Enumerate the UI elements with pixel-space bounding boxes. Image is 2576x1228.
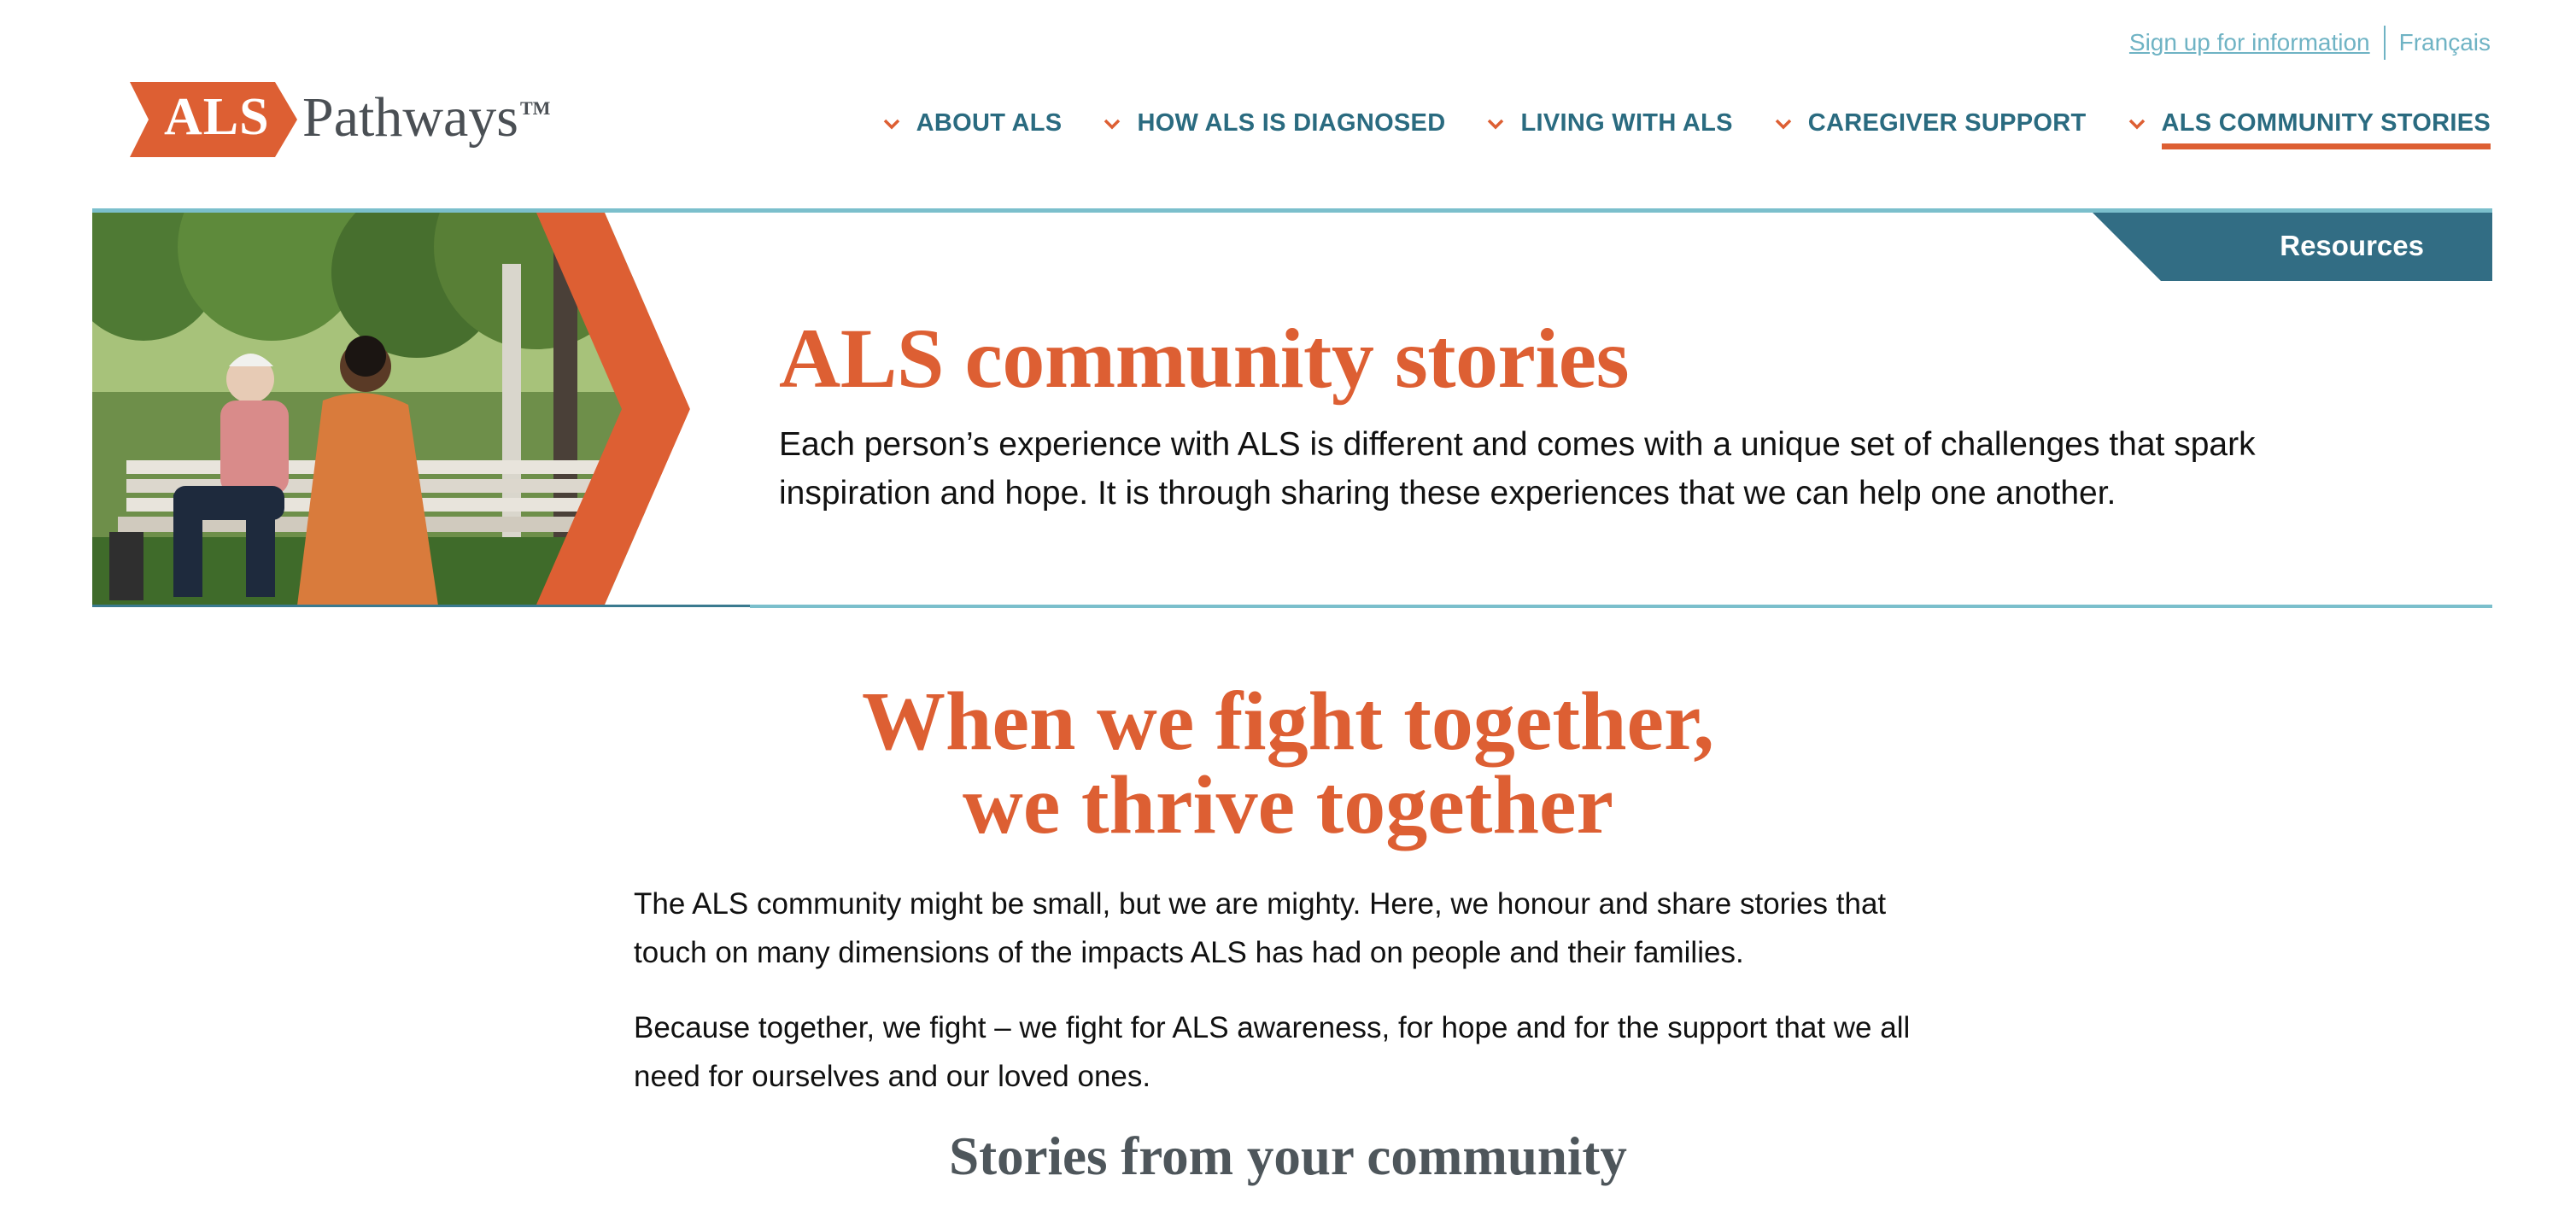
nav-item-caregiver-support[interactable]: CAREGIVER SUPPORT (1774, 109, 2087, 149)
nav-label: HOW ALS IS DIAGNOSED (1137, 109, 1446, 137)
chevron-down-icon (2128, 119, 2145, 129)
chevron-down-icon (883, 119, 899, 129)
hero-bottom-border (750, 605, 2492, 608)
hero-bottom-border-left (92, 605, 750, 607)
utility-divider (2383, 26, 2386, 60)
chevron-down-icon (1488, 119, 1504, 129)
section-heading: When we fight together, we thrive togeth… (0, 680, 2576, 847)
nav-label: LIVING WITH ALS (1520, 109, 1733, 137)
chevron-down-icon (1775, 119, 1791, 129)
logo-badge: ALS (130, 82, 297, 157)
nav-item-als-community-stories[interactable]: ALS COMMUNITY STORIES (2128, 109, 2491, 149)
nav-label: ABOUT ALS (916, 109, 1063, 137)
logo-wordmark: Pathways (302, 86, 518, 149)
nav-item-how-als-is-diagnosed[interactable]: HOW ALS IS DIAGNOSED (1103, 109, 1445, 149)
resources-tab[interactable]: Resources (2093, 213, 2492, 281)
resources-label: Resources (2280, 230, 2424, 261)
language-toggle-link[interactable]: Français (2399, 29, 2491, 56)
section-heading-line1: When we fight together, (861, 675, 1715, 768)
nav-item-living-with-als[interactable]: LIVING WITH ALS (1486, 109, 1732, 149)
intro-paragraph-2: Because together, we fight – we fight fo… (634, 1011, 1911, 1093)
main-nav: ABOUT ALS HOW ALS IS DIAGNOSED LIVING WI… (841, 109, 2491, 149)
intro-paragraph-1: The ALS community might be small, but we… (634, 887, 1887, 969)
logo-trademark: TM (519, 97, 551, 119)
hero-photo (92, 213, 724, 605)
logo-badge-text: ALS (164, 88, 270, 146)
chevron-down-icon (1104, 119, 1121, 129)
nav-label: CAREGIVER SUPPORT (1807, 109, 2087, 137)
hero-description: Each person’s experience with ALS is dif… (779, 426, 2256, 512)
stories-heading: Stories from your community (949, 1126, 1627, 1186)
utility-links: Sign up for information Français (2129, 26, 2491, 60)
hero-banner: Resources ALS community stories Each per… (92, 208, 2492, 608)
page-title: ALS community stories (779, 311, 1630, 406)
nav-label: ALS COMMUNITY STORIES (2161, 109, 2491, 137)
nav-item-about-als[interactable]: ABOUT ALS (882, 109, 1063, 149)
section-heading-line2: we thrive together (963, 759, 1613, 851)
site-logo[interactable]: ALS Pathways TM (130, 82, 550, 157)
signup-link[interactable]: Sign up for information (2129, 29, 2370, 56)
